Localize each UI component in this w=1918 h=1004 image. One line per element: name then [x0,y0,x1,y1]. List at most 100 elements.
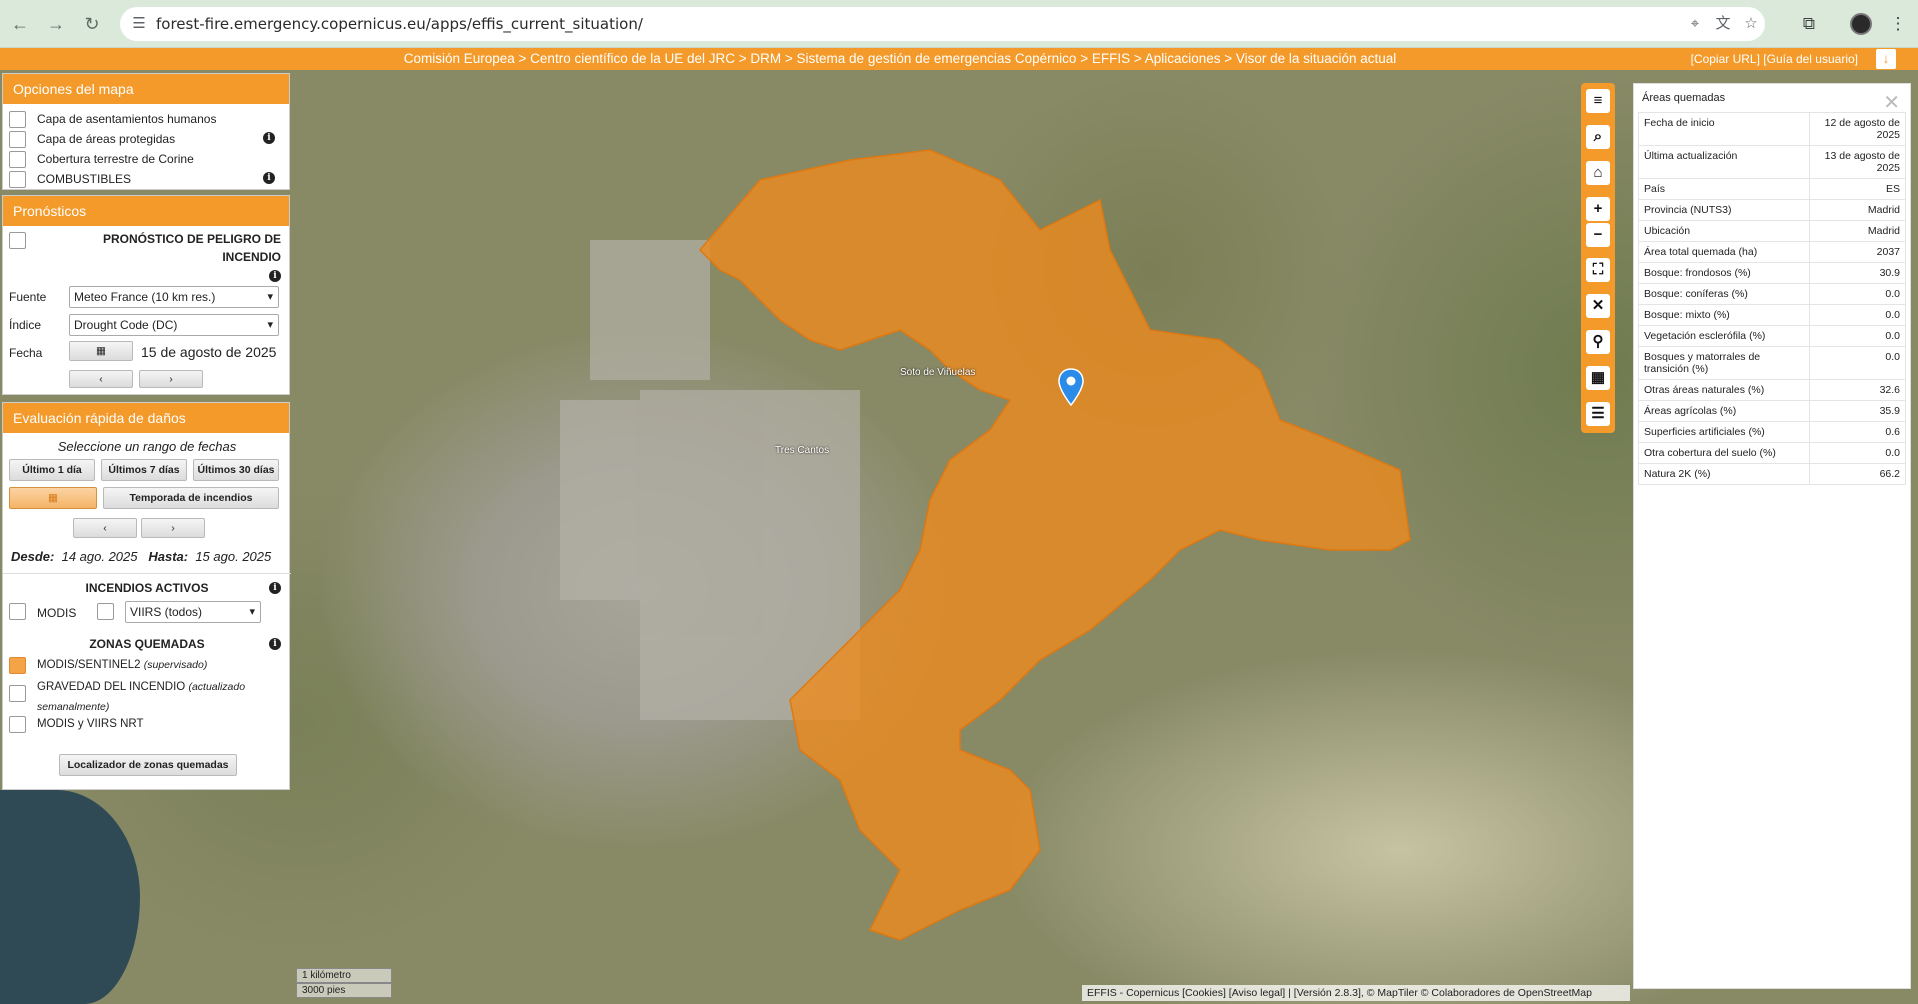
to-value: 15 ago. 2025 [195,549,272,564]
forward-icon[interactable]: → [44,12,68,36]
breadcrumb[interactable]: Comisión Europea > Centro científico de … [0,51,1800,66]
marker-icon[interactable]: ⚲ [1586,330,1610,354]
calendar-button[interactable]: ▦ [69,341,133,361]
row-value: 32.6 [1809,379,1906,401]
location-icon[interactable]: ⌖ [1686,15,1704,33]
index-select[interactable]: Drought Code (DC) ▾ [69,314,279,336]
range-prev-button[interactable]: ‹ [73,518,137,538]
burned-option-1-label: MODIS/SENTINEL2 [37,659,141,671]
modis-sentinel2-checkbox[interactable] [9,657,26,674]
last-1-day-button[interactable]: Último 1 día [9,459,95,481]
modis-viirs-nrt-checkbox[interactable] [9,716,26,733]
fire-severity-checkbox[interactable] [9,685,26,702]
map-attribution[interactable]: EFFIS - Copernicus [Cookies] [Aviso lega… [1082,985,1630,1001]
info-icon[interactable]: i [269,582,281,594]
row-value: 2037 [1809,241,1906,263]
browser-menu-icon[interactable]: ⋮ [1886,12,1910,36]
breadcrumb-bar: Comisión Europea > Centro científico de … [0,48,1918,70]
table-row: Bosque: coníferas (%) 0.0 [1638,283,1906,305]
corine-checkbox[interactable] [9,151,26,168]
calendar-icon: ▦ [48,492,58,504]
settlements-checkbox[interactable] [9,111,26,128]
info-icon[interactable]: i [269,638,281,650]
viirs-checkbox[interactable] [97,603,114,620]
danger-forecast-checkbox[interactable] [9,232,26,249]
url-text[interactable]: forest-fire.emergency.copernicus.eu/apps… [156,15,643,33]
avatar[interactable] [1850,13,1872,35]
browser-toolbar: ← → ↻ ☰ forest-fire.emergency.copernicus… [0,0,1918,48]
info-icon[interactable]: i [263,132,275,144]
extensions-icon[interactable]: ⧉ [1797,12,1821,36]
reload-icon[interactable]: ↻ [80,12,104,36]
list-icon[interactable]: ☰ [1586,402,1610,426]
location-marker-icon[interactable] [1058,368,1084,406]
chevron-down-icon: ▾ [249,606,255,618]
from-value: 14 ago. 2025 [61,549,138,564]
last-7-days-button[interactable]: Últimos 7 días [101,459,187,481]
translate-icon[interactable]: 文 [1714,15,1732,33]
table-row: Última actualización 13 de agosto de 2025 [1638,145,1906,179]
home-icon[interactable]: ⌂ [1586,161,1610,185]
option-label: Cobertura terrestre de Corine [37,152,194,166]
map-options-panel: Opciones del mapa Capa de asentamientos … [2,73,290,190]
table-row: Áreas agrícolas (%) 35.9 [1638,400,1906,422]
damage-panel: Evaluación rápida de daños Seleccione un… [2,402,291,790]
map-label-soto: Soto de Viñuelas [900,367,976,378]
forecasts-title: Pronósticos [3,196,289,226]
last-30-days-button[interactable]: Últimos 30 días [193,459,279,481]
forecast-prev-button[interactable]: ‹ [69,370,133,388]
table-row: Fecha de inicio 12 de agosto de 2025 [1638,112,1906,146]
viirs-select[interactable]: VIIRS (todos) ▾ [125,601,261,623]
viirs-value: VIIRS (todos) [130,605,203,619]
burned-areas-table: Fecha de inicio 12 de agosto de 2025 Últim… [1638,112,1906,485]
close-icon[interactable]: ✕ [1586,294,1610,318]
date-label: Fecha [9,346,43,360]
source-select[interactable]: Meteo France (10 km res.) ▾ [69,286,279,308]
row-value: 0.0 [1809,346,1906,380]
option-corine[interactable]: Cobertura terrestre de Corine [3,149,289,169]
site-info-icon[interactable]: ☰ [130,15,148,33]
option-protected-areas[interactable]: Capa de áreas protegidas i [3,129,289,149]
protected-areas-checkbox[interactable] [9,131,26,148]
zoom-in-icon[interactable]: + [1586,197,1610,221]
forecast-date: 15 de agosto de 2025 [141,344,277,360]
fire-season-button[interactable]: Temporada de incendios [103,487,279,509]
row-value: Madrid [1809,199,1906,221]
star-icon[interactable]: ☆ [1742,15,1760,33]
menu-icon[interactable]: ≡ [1586,89,1610,113]
back-icon[interactable]: ← [8,12,32,36]
table-row: Bosque: frondosos (%) 30.9 [1638,262,1906,284]
row-value: 0.0 [1809,442,1906,464]
date-range-calendar-button[interactable]: ▦ [9,487,97,509]
from-label: Desde: [11,549,55,564]
modis-checkbox[interactable] [9,603,26,620]
grid-icon[interactable]: ▦ [1586,366,1610,390]
zoom-out-icon[interactable]: − [1586,223,1610,247]
row-label: Provincia (NUTS3) [1638,199,1810,221]
fuels-checkbox[interactable] [9,171,26,188]
search-icon[interactable]: ⌕ [1586,125,1610,149]
info-icon[interactable]: i [269,270,281,282]
row-label: Otras áreas naturales (%) [1638,379,1810,401]
range-next-button[interactable]: › [141,518,205,538]
forecast-next-button[interactable]: › [139,370,203,388]
download-icon[interactable]: ↓ [1876,49,1896,69]
row-value: 0.6 [1809,421,1906,443]
burned-option-1: MODIS/SENTINEL2 (supervisado) [37,659,207,671]
copy-url-guide-links[interactable]: [Copiar URL] [Guía del usuario] [1691,52,1858,66]
fullscreen-icon[interactable]: ⛶ [1586,258,1610,282]
address-bar[interactable]: ☰ forest-fire.emergency.copernicus.eu/ap… [120,7,1765,41]
burned-area-locator-button[interactable]: Localizador de zonas quemadas [59,754,237,776]
option-settlements[interactable]: Capa de asentamientos humanos [3,109,289,129]
modis-label: MODIS [37,606,77,620]
burned-option-2-label: GRAVEDAD DEL INCENDIO [37,681,186,693]
row-value: 0.0 [1809,304,1906,326]
forecasts-panel: Pronósticos PRONÓSTICO DE PELIGRO DE INC… [2,195,290,395]
row-label: Última actualización [1638,145,1810,179]
info-icon[interactable]: i [263,172,275,184]
map-label-tres-cantos: Tres Cantos [775,445,830,456]
option-fuels[interactable]: COMBUSTIBLES i [3,169,289,189]
row-label: Bosque: coníferas (%) [1638,283,1810,305]
option-label: COMBUSTIBLES [37,172,132,186]
scale-km: 1 kilómetro [296,968,392,983]
